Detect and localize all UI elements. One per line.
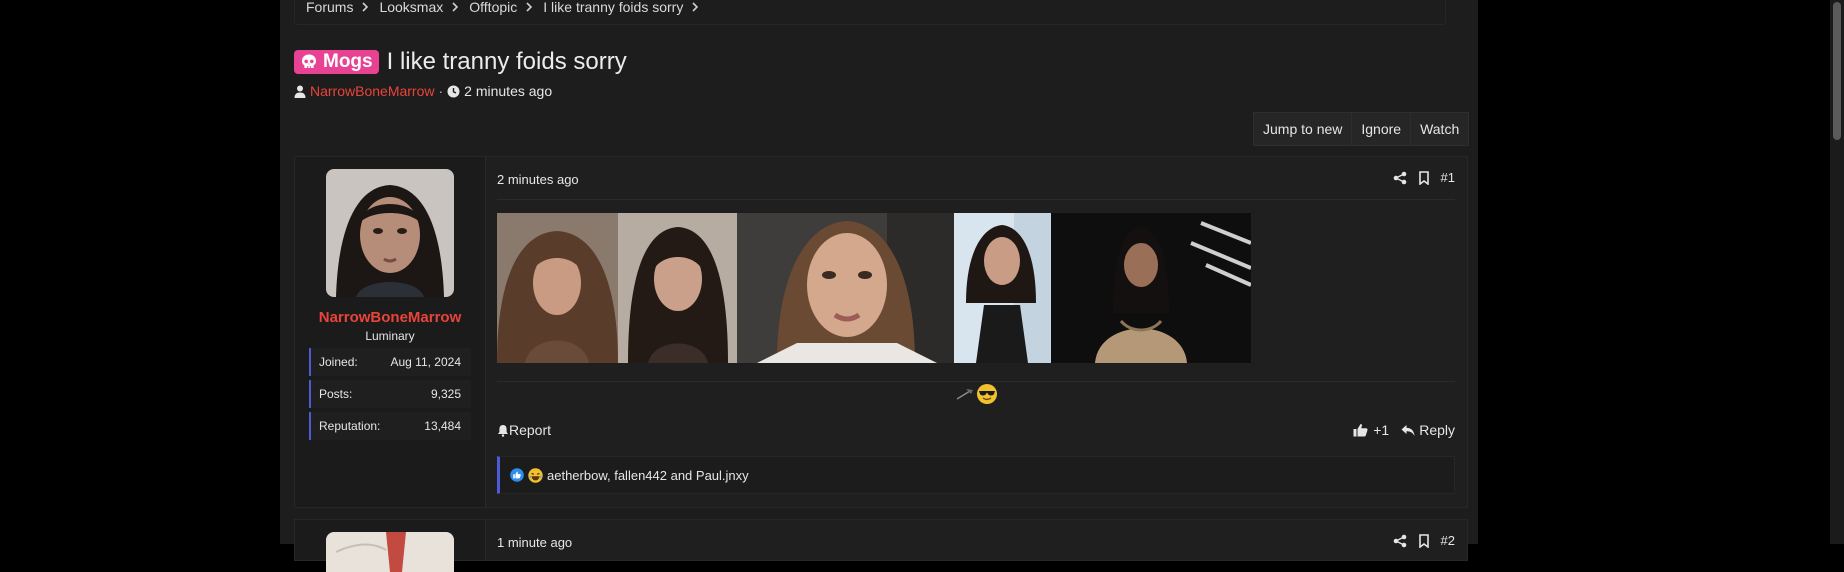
page-container: Forums Looksmax Offtopic I like tranny f… — [280, 0, 1478, 572]
post: 1 minute ago #2 — [294, 519, 1468, 572]
post-image[interactable] — [954, 213, 1051, 363]
like-count: +1 — [1373, 422, 1390, 438]
clock-icon — [447, 85, 460, 97]
breadcrumb: Forums Looksmax Offtopic I like tranny f… — [306, 0, 709, 15]
like-button[interactable]: +1 — [1353, 422, 1389, 438]
reactions-bar[interactable]: aetherbow, fallen442 and Paul.jnxy — [497, 456, 1455, 494]
divider — [497, 199, 1455, 200]
thread-prefix-label: Mogs — [323, 51, 373, 72]
post-username[interactable]: NarrowBoneMarrow — [295, 309, 485, 326]
stat-joined: Joined: Aug 11, 2024 — [309, 348, 471, 376]
stat-label: Joined: — [319, 355, 358, 369]
reply-button[interactable]: Reply — [1401, 422, 1455, 438]
reply-label: Reply — [1419, 422, 1455, 438]
skull-icon — [302, 54, 316, 68]
post-images — [497, 213, 1252, 363]
share-icon[interactable] — [1393, 171, 1407, 185]
thread-action-buttons: Jump to new Ignore Watch — [1253, 112, 1470, 146]
post-number[interactable]: #2 — [1441, 533, 1455, 548]
thread-meta: NarrowBoneMarrow · 2 minutes ago — [294, 83, 552, 99]
chevron-right-icon — [526, 2, 533, 12]
thread-prefix-badge[interactable]: Mogs — [294, 50, 379, 74]
post-tools: #1 — [1393, 170, 1455, 185]
thread-title: I like tranny foids sorry — [386, 48, 627, 75]
post-tools: #2 — [1393, 533, 1455, 548]
chevron-right-icon — [452, 2, 459, 12]
reactions-users[interactable]: aetherbow, fallen442 and Paul.jnxy — [547, 468, 749, 483]
post-user-cell: NarrowBoneMarrow Luminary Joined: Aug 11… — [295, 157, 486, 507]
chevron-right-icon — [362, 2, 369, 12]
post-image[interactable] — [618, 213, 737, 363]
reply-icon — [1401, 424, 1415, 436]
meta-separator: · — [438, 83, 444, 99]
watch-button[interactable]: Watch — [1410, 112, 1470, 146]
share-icon[interactable] — [1393, 534, 1407, 548]
stat-value: 13,484 — [424, 419, 461, 433]
bookmark-icon[interactable] — [1417, 170, 1431, 185]
breadcrumb-thread[interactable]: I like tranny foids sorry — [543, 0, 683, 15]
user-icon — [294, 85, 306, 98]
breadcrumb-forums[interactable]: Forums — [306, 0, 353, 15]
stat-reputation: Reputation: 13,484 — [309, 412, 471, 440]
post: NarrowBoneMarrow Luminary Joined: Aug 11… — [294, 156, 1468, 508]
smiling-face-sunglasses-icon — [977, 384, 997, 404]
breadcrumb-offtopic[interactable]: Offtopic — [469, 0, 517, 15]
post-image[interactable] — [737, 213, 954, 363]
stat-label: Posts: — [319, 387, 353, 401]
avatar[interactable] — [326, 169, 454, 297]
stat-value: 9,325 — [430, 387, 461, 401]
bookmark-icon[interactable] — [1417, 533, 1431, 548]
post-number[interactable]: #1 — [1441, 170, 1455, 185]
feather-icon — [956, 389, 973, 400]
thumbs-up-icon — [1353, 424, 1368, 437]
laughing-reaction-icon — [528, 467, 543, 483]
post-time[interactable]: 1 minute ago — [497, 535, 572, 550]
post-image[interactable] — [497, 213, 618, 363]
breadcrumb-looksmax[interactable]: Looksmax — [379, 0, 443, 15]
ignore-button[interactable]: Ignore — [1351, 112, 1412, 146]
post-user-cell — [295, 520, 486, 572]
scrollbar[interactable] — [1830, 0, 1844, 544]
avatar[interactable] — [326, 532, 454, 572]
chevron-right-icon — [692, 2, 699, 12]
stat-label: Reputation: — [319, 419, 381, 433]
post-actions: +1 Reply — [1353, 422, 1455, 438]
divider — [497, 381, 1455, 382]
post-message-cell: 1 minute ago #2 — [486, 520, 1467, 560]
signature — [956, 383, 998, 405]
like-reaction-icon — [510, 468, 524, 482]
stat-posts: Posts: 9,325 — [309, 380, 471, 408]
stat-value: Aug 11, 2024 — [390, 355, 461, 369]
thread-author-link[interactable]: NarrowBoneMarrow — [310, 83, 434, 99]
post-time[interactable]: 2 minutes ago — [497, 172, 579, 187]
report-link[interactable]: Report — [497, 422, 551, 438]
user-title: Luminary — [365, 329, 415, 343]
post-image[interactable] — [1051, 213, 1252, 363]
report-label: Report — [509, 422, 552, 438]
jump-to-new-button[interactable]: Jump to new — [1253, 112, 1353, 146]
post-message-cell: 2 minutes ago #1 Report +1 Reply aetherb… — [486, 157, 1467, 507]
scrollbar-thumb[interactable] — [1833, 2, 1841, 140]
thread-post-time[interactable]: 2 minutes ago — [464, 83, 552, 99]
thread-header: Mogs I like tranny foids sorry — [294, 48, 627, 76]
bell-icon — [498, 424, 508, 437]
